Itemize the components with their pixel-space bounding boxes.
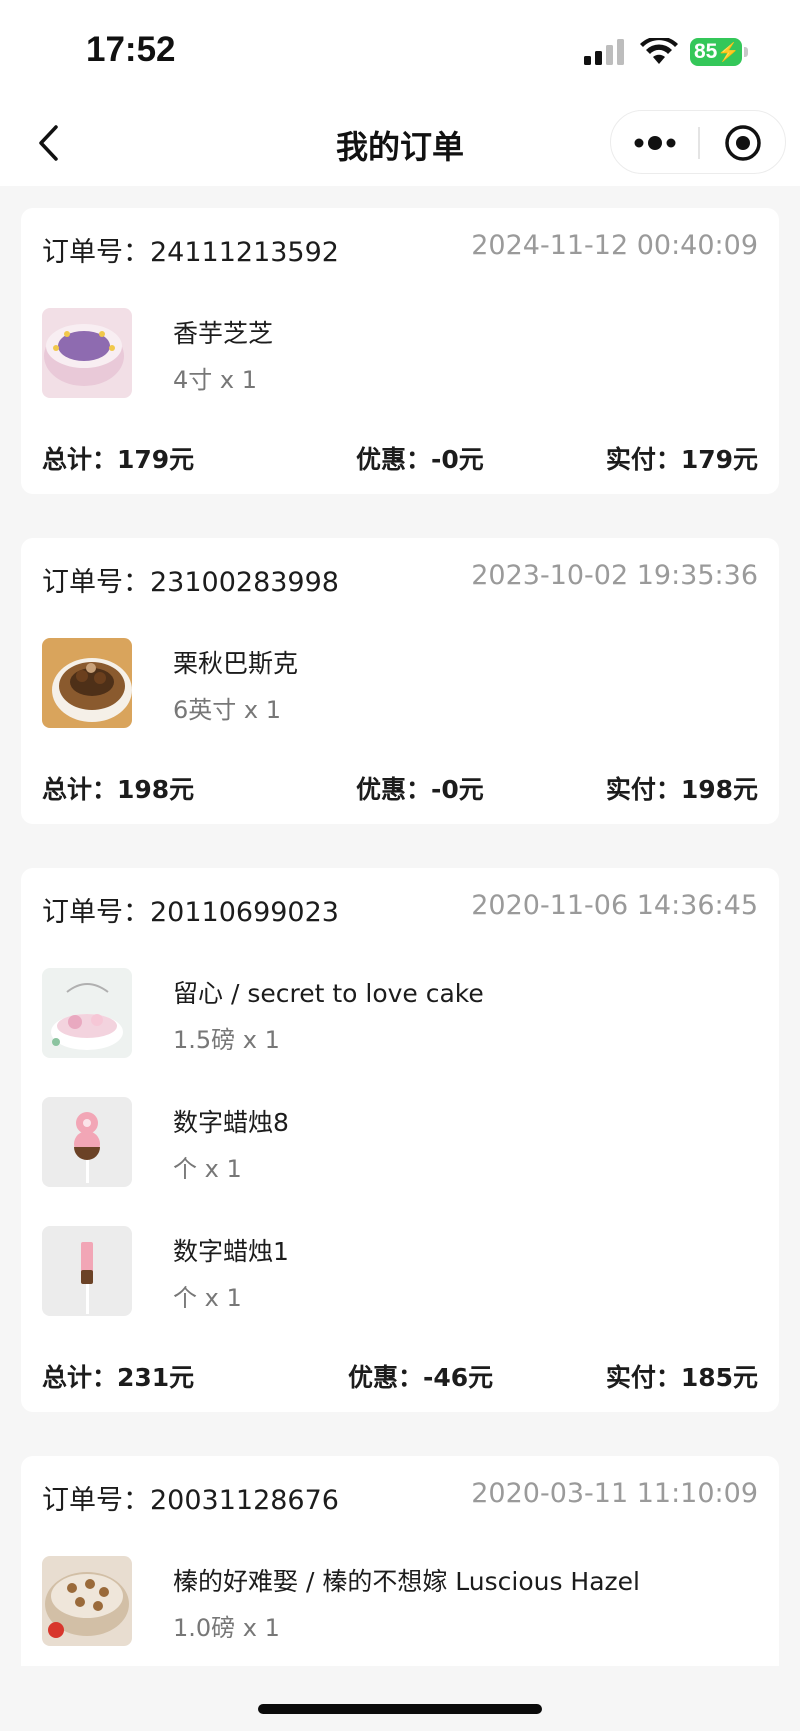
item-spec: 个 x 1 (173, 1284, 242, 1312)
order-header: 订单号：23100283998 2023-10-02 19:35:36 (42, 560, 758, 600)
item-name: 数字蜡烛1 (173, 1237, 289, 1266)
item-spec: 1.0磅 x 1 (173, 1614, 280, 1642)
order-summary: 总计：198元 优惠：-0元 实付：198元 (42, 770, 758, 806)
item-spec: 个 x 1 (173, 1155, 242, 1183)
order-discount: 优惠：-0元 (356, 775, 484, 804)
order-summary: 总计：231元 优惠：-46元 实付：185元 (42, 1358, 758, 1394)
order-number: 订单号：20031128676 (42, 1478, 339, 1517)
order-no-label: 订单号： (42, 567, 150, 598)
item-name: 榛的好难娶 / 榛的不想嫁 Luscious Hazel (173, 1567, 640, 1596)
status-bar: 17:52 85⚡ (0, 0, 800, 100)
order-total: 总计：179元 (42, 445, 195, 474)
order-card[interactable]: 订单号：23100283998 2023-10-02 19:35:36 栗秋巴斯… (21, 538, 779, 824)
battery-level: 85 (694, 40, 718, 63)
order-no-value: 24111213592 (150, 237, 339, 268)
order-total: 总计：198元 (42, 775, 195, 804)
battery-tip (744, 47, 748, 57)
order-header: 订单号：20031128676 2020-03-11 11:10:09 (42, 1478, 758, 1518)
order-number: 订单号：24111213592 (42, 230, 339, 269)
order-total: 总计：231元 (42, 1363, 195, 1392)
item-name: 香芋芝芝 (173, 319, 274, 348)
item-spec: 4寸 x 1 (173, 366, 257, 394)
order-number: 订单号：20110699023 (42, 890, 339, 929)
more-dots-icon (634, 136, 676, 150)
order-no-label: 订单号： (42, 897, 150, 928)
order-no-value: 20110699023 (150, 897, 339, 928)
order-list: 订单号：24111213592 2024-11-12 00:40:09 香芋芝芝… (0, 186, 800, 1666)
order-item[interactable]: 留心 / secret to love cake 1.5磅 x 1 (42, 968, 758, 1060)
order-no-value: 23100283998 (150, 567, 339, 598)
order-item[interactable]: 数字蜡烛8 个 x 1 (42, 1097, 758, 1189)
order-card[interactable]: 订单号：20110699023 2020-11-06 14:36:45 留心 /… (21, 868, 779, 1412)
product-thumbnail (42, 968, 132, 1058)
order-item[interactable]: 栗秋巴斯克 6英寸 x 1 (42, 638, 758, 730)
order-discount: 优惠：-46元 (348, 1363, 494, 1392)
order-time: 2020-03-11 11:10:09 (471, 1478, 758, 1509)
target-close-icon (725, 125, 761, 161)
item-spec: 6英寸 x 1 (173, 696, 281, 724)
product-thumbnail (42, 308, 132, 398)
order-time: 2023-10-02 19:35:36 (471, 560, 758, 591)
product-thumbnail (42, 1226, 132, 1316)
order-card[interactable]: 订单号：20031128676 2020-03-11 11:10:09 榛的好难… (21, 1456, 779, 1666)
home-indicator[interactable] (258, 1704, 542, 1714)
product-thumbnail (42, 638, 132, 728)
order-paid: 实付：198元 (605, 775, 758, 804)
more-button[interactable] (611, 111, 699, 175)
order-item[interactable]: 数字蜡烛1 个 x 1 (42, 1226, 758, 1318)
item-name: 数字蜡烛8 (173, 1108, 289, 1137)
signal-icon (584, 39, 624, 65)
close-button[interactable] (699, 111, 787, 175)
item-name: 留心 / secret to love cake (173, 979, 484, 1008)
order-header: 订单号：20110699023 2020-11-06 14:36:45 (42, 890, 758, 930)
mini-program-capsule (610, 110, 786, 174)
battery-icon: 85⚡ (690, 38, 742, 66)
order-paid: 实付：185元 (605, 1363, 758, 1392)
item-name: 栗秋巴斯克 (173, 649, 299, 678)
order-header: 订单号：24111213592 2024-11-12 00:40:09 (42, 230, 758, 270)
wifi-icon (640, 38, 678, 64)
order-discount: 优惠：-0元 (356, 445, 484, 474)
order-item[interactable]: 榛的好难娶 / 榛的不想嫁 Luscious Hazel 1.0磅 x 1 (42, 1556, 758, 1648)
order-time: 2020-11-06 14:36:45 (471, 890, 758, 921)
order-time: 2024-11-12 00:40:09 (471, 230, 758, 261)
product-thumbnail (42, 1097, 132, 1187)
item-spec: 1.5磅 x 1 (173, 1026, 280, 1054)
order-summary: 总计：179元 优惠：-0元 实付：179元 (42, 440, 758, 476)
order-no-value: 20031128676 (150, 1485, 339, 1516)
home-indicator-area (0, 1666, 800, 1731)
order-number: 订单号：23100283998 (42, 560, 339, 599)
order-card[interactable]: 订单号：24111213592 2024-11-12 00:40:09 香芋芝芝… (21, 208, 779, 494)
order-no-label: 订单号： (42, 1485, 150, 1516)
status-time: 17:52 (86, 30, 176, 69)
order-no-label: 订单号： (42, 237, 150, 268)
nav-bar: 我的订单 (0, 100, 800, 186)
product-thumbnail (42, 1556, 132, 1646)
order-paid: 实付：179元 (605, 445, 758, 474)
order-item[interactable]: 香芋芝芝 4寸 x 1 (42, 308, 758, 400)
